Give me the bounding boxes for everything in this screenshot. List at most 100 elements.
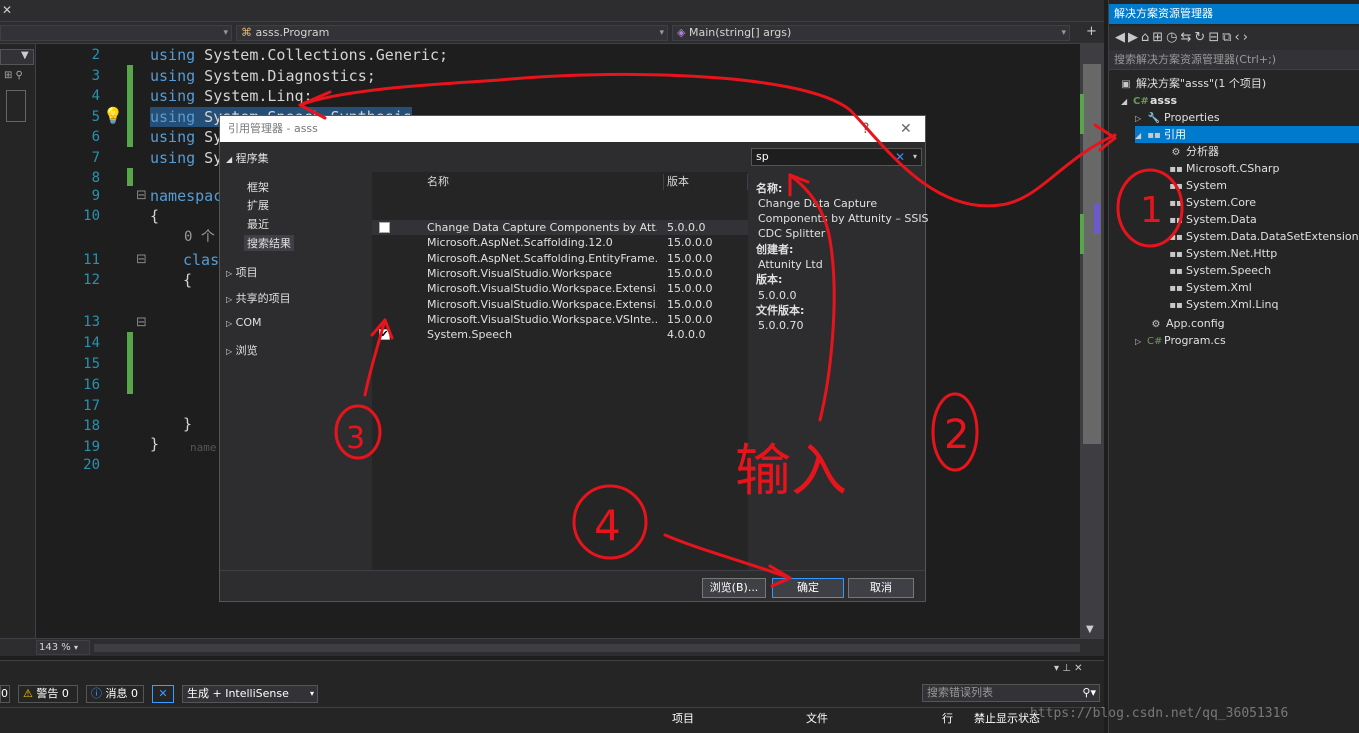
tree-app-config[interactable]: ⚙ App.config [1149, 315, 1225, 332]
reference-row[interactable]: Microsoft.VisualStudio.Workspace.VSInte.… [372, 312, 748, 327]
build-only-filter-icon[interactable]: ✕ [152, 685, 174, 703]
reference-row[interactable]: Microsoft.AspNet.Scaffolding.EntityFrame… [372, 251, 748, 266]
zoom-dropdown[interactable]: 143 % ▾ [36, 640, 90, 655]
category-shared-projects[interactable]: ▷ 共享的项目 [226, 290, 291, 306]
col-line[interactable]: 行 [942, 710, 953, 726]
panel-menu-icon[interactable]: ▾ ⊥ ✕ [1054, 663, 1082, 674]
reference-icon: ▪▪ [1169, 232, 1183, 243]
tree-program-cs[interactable]: ▷ C# Program.cs [1135, 332, 1226, 349]
tree-reference-item[interactable]: ⚙ 分析器 [1169, 143, 1219, 160]
category-browse[interactable]: ▷ 浏览 [226, 342, 258, 358]
history-icon[interactable]: ◷ [1166, 30, 1180, 45]
errors-filter[interactable]: 0 [0, 685, 10, 703]
tree-reference-item[interactable]: ▪▪ System.Data.DataSetExtensions [1169, 228, 1359, 245]
expand-arrow-icon[interactable]: ◢ [1135, 127, 1147, 144]
category-com[interactable]: ▷ COM [226, 316, 262, 329]
editor-vertical-scrollbar[interactable]: ▼ [1080, 44, 1104, 638]
collapse-icon[interactable]: ⊟ [136, 252, 147, 267]
reference-icon: ▪▪ [1169, 249, 1183, 260]
horizontal-scrollbar[interactable] [94, 644, 1080, 652]
switch-views-icon[interactable]: ⊞ [1152, 30, 1166, 45]
tree-reference-item[interactable]: ▪▪ System.Data [1169, 211, 1257, 228]
messages-filter[interactable]: ⓘ 消息 0 [86, 685, 144, 703]
solution-search-input[interactable]: 搜索解决方案资源管理器(Ctrl+;) [1109, 50, 1359, 70]
help-button[interactable]: ? [862, 116, 869, 142]
reference-name: Microsoft.VisualStudio.Workspace [427, 266, 612, 280]
pin-icon[interactable]: ⊞ ⚲ [4, 70, 23, 81]
tree-reference-item[interactable]: ▪▪ System.Xml [1169, 279, 1252, 296]
close-button[interactable]: ✕ [900, 116, 912, 142]
cancel-button[interactable]: 取消 [848, 578, 914, 598]
col-project[interactable]: 项目 [672, 710, 694, 726]
tree-references[interactable]: ◢ ▪▪ 引用 [1135, 126, 1359, 143]
collapse-all-icon[interactable]: ⊟ [1208, 30, 1222, 45]
tree-reference-item[interactable]: ▪▪ System.Xml.Linq [1169, 296, 1278, 313]
show-all-icon[interactable]: ⧉ [1222, 30, 1234, 45]
lightbulb-icon[interactable]: 💡 [103, 106, 123, 125]
tree-reference-item[interactable]: ▪▪ System [1169, 177, 1227, 194]
warnings-filter[interactable]: ⚠ 警告 0 [18, 685, 78, 703]
code-icon[interactable]: ‹› [1235, 30, 1251, 45]
tree-reference-item[interactable]: ▪▪ Microsoft.CSharp [1169, 160, 1279, 177]
category-extensions[interactable]: 扩展 [247, 197, 269, 213]
error-search-input[interactable]: 搜索错误列表 ⚲▾ [922, 684, 1100, 702]
scroll-down-icon[interactable]: ▼ [1086, 624, 1094, 635]
reference-row[interactable]: Microsoft.VisualStudio.Workspace.Extensi… [372, 297, 748, 312]
scrollbar-thumb[interactable] [1083, 64, 1101, 444]
reference-search-input[interactable]: sp ✕ ▾ [751, 148, 922, 166]
csharp-project-icon: C# [1133, 96, 1149, 107]
ok-button[interactable]: 确定 [772, 578, 844, 598]
reference-version: 15.0.0.0 [667, 282, 713, 296]
tree-project-label: asss [1150, 94, 1178, 107]
codelens-refs[interactable]: 0 个 [184, 227, 215, 248]
config-file-icon: ⚙ [1151, 319, 1161, 330]
category-framework[interactable]: 框架 [247, 179, 269, 195]
split-icon[interactable]: + [1086, 24, 1097, 39]
chevron-down-icon[interactable]: ▾ [913, 149, 917, 165]
reference-row[interactable]: Microsoft.AspNet.Scaffolding.12.0 15.0.0.… [372, 235, 748, 250]
col-version[interactable]: 版本 [664, 174, 748, 190]
expand-arrow-icon[interactable]: ◢ [1121, 93, 1133, 110]
build-filter-dropdown[interactable]: 生成 + IntelliSense ▾ [182, 685, 318, 703]
tree-reference-item[interactable]: ▪▪ System.Core [1169, 194, 1256, 211]
tree-reference-item[interactable]: ▪▪ System.Net.Http [1169, 245, 1277, 262]
tree-app-config-label: App.config [1166, 317, 1225, 330]
collapse-icon[interactable]: ⊟ [136, 188, 147, 203]
forward-icon[interactable]: ▶ [1128, 30, 1141, 45]
category-recent[interactable]: 最近 [247, 216, 269, 232]
tree-project[interactable]: ◢ C#asss [1121, 92, 1177, 109]
clear-search-icon[interactable]: ✕ [895, 149, 905, 165]
tree-properties[interactable]: ▷ 🔧 Properties [1135, 109, 1220, 126]
reference-row[interactable]: Microsoft.VisualStudio.Workspace 15.0.0.0 [372, 266, 748, 281]
close-icon[interactable]: ✕ [2, 3, 12, 17]
tree-reference-item[interactable]: ▪▪ System.Speech [1169, 262, 1271, 279]
member-dropdown[interactable]: ◈ Main(string[] args) ▾ [672, 25, 1070, 41]
codelens-hint: name [190, 441, 217, 454]
tree-solution[interactable]: ▣ 解决方案"asss"(1 个项目) [1119, 75, 1266, 92]
reference-checkbox[interactable] [379, 222, 390, 233]
home-icon[interactable]: ⌂ [1141, 30, 1152, 45]
reference-row[interactable]: ✔ System.Speech 4.0.0.0 [372, 327, 748, 342]
search-icon[interactable]: ⚲▾ [1082, 685, 1096, 701]
class-dropdown[interactable]: ⌘ asss.Program ▾ [236, 25, 668, 41]
reference-checkbox[interactable]: ✔ [379, 329, 390, 341]
category-assemblies[interactable]: ◢ 程序集 [226, 150, 269, 166]
expand-arrow-icon[interactable]: ▷ [1135, 333, 1147, 350]
reference-row[interactable]: Change Data Capture Components by Att...… [372, 220, 748, 235]
sync-icon[interactable]: ⇆ [1181, 30, 1195, 45]
detail-version: 5.0.0.0 [758, 289, 797, 302]
col-name[interactable]: 名称 [424, 174, 664, 190]
expand-arrow-icon[interactable]: ▷ [1135, 110, 1147, 127]
filter-box[interactable]: ▼ [0, 49, 34, 65]
reference-name: Microsoft.VisualStudio.Workspace.VSInte.… [427, 312, 657, 326]
reference-row[interactable]: Microsoft.VisualStudio.Workspace.Extensi… [372, 281, 748, 296]
browse-button[interactable]: 浏览(B)... [702, 578, 766, 598]
col-file[interactable]: 文件 [806, 710, 828, 726]
filter-icon[interactable]: ▼ [21, 50, 29, 61]
project-dropdown[interactable]: ▾ [0, 25, 232, 41]
back-icon[interactable]: ◀ [1115, 30, 1128, 45]
collapse-icon[interactable]: ⊟ [136, 315, 147, 330]
refresh-icon[interactable]: ↻ [1194, 30, 1208, 45]
category-projects[interactable]: ▷ 项目 [226, 264, 258, 280]
category-search-results[interactable]: 搜索结果 [244, 235, 294, 251]
